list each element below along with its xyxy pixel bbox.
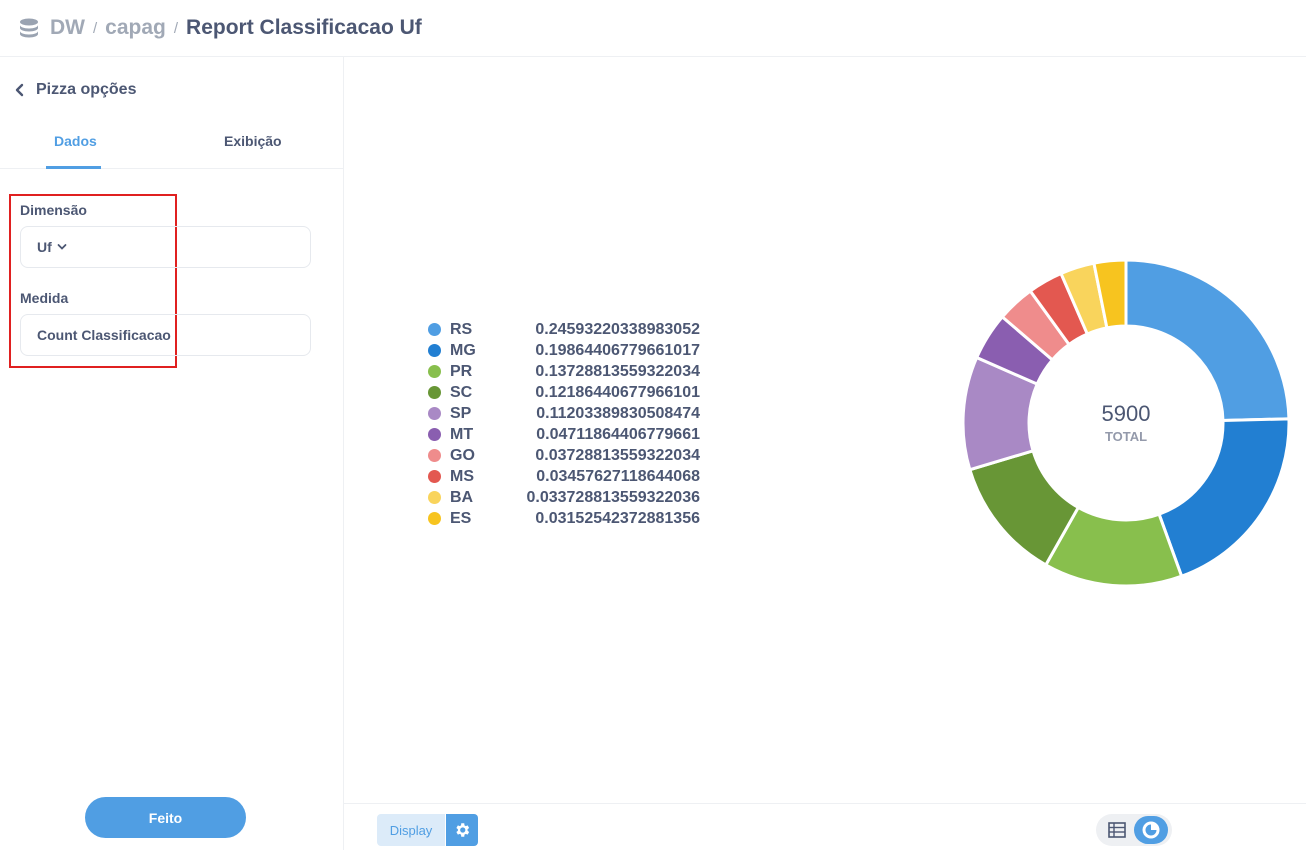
settings-sidebar: Pizza opções Dados Exibição Dimensão Uf …	[0, 57, 344, 850]
legend-swatch	[428, 470, 441, 483]
gear-icon	[453, 821, 471, 839]
legend-label: MT	[450, 425, 474, 443]
legend-value: 0.033728813559322036	[526, 488, 700, 506]
donut-center-label: TOTAL	[1105, 429, 1147, 444]
view-toggle	[1096, 814, 1172, 846]
legend-label: ES	[450, 509, 472, 527]
legend-label: BA	[450, 488, 474, 506]
legend-value: 0.13728813559322034	[535, 362, 700, 380]
legend-item[interactable]: RS 0.24593220338983052	[428, 319, 700, 340]
legend-item[interactable]: SP 0.11203389830508474	[428, 403, 700, 424]
donut-chart: 5900 TOTAL	[961, 258, 1291, 588]
legend-label: PR	[450, 362, 473, 380]
measure-value: Count Classificacao	[37, 327, 171, 343]
bottom-bar: Display	[344, 803, 1306, 850]
legend-value: 0.03457627118644068	[536, 467, 700, 485]
legend-value: 0.04711864406779661	[536, 425, 700, 443]
tab-exibicao[interactable]: Exibição	[224, 133, 282, 149]
measure-label: Medida	[20, 290, 69, 306]
legend-value: 0.12186440677966101	[535, 383, 700, 401]
legend-value: 0.03728813559322034	[535, 446, 700, 464]
page-title: Report Classificacao Uf	[186, 16, 422, 39]
dimension-select[interactable]: Uf	[20, 226, 311, 268]
legend-swatch	[428, 365, 441, 378]
back-button[interactable]: Pizza opções	[14, 81, 136, 99]
chevron-left-icon	[14, 83, 26, 97]
top-header: DW / capag / Report Classificacao Uf	[0, 0, 1306, 57]
display-button[interactable]: Display	[377, 814, 445, 846]
chart-legend: RS 0.24593220338983052 MG 0.198644067796610…	[428, 319, 700, 529]
pie-chart-icon[interactable]	[1134, 816, 1168, 844]
measure-select[interactable]: Count Classificacao	[20, 314, 311, 356]
done-button[interactable]: Feito	[85, 797, 246, 838]
legend-item[interactable]: MG 0.19864406779661017	[428, 340, 700, 361]
legend-swatch	[428, 344, 441, 357]
tab-dados[interactable]: Dados	[54, 133, 97, 149]
legend-item[interactable]: PR 0.13728813559322034	[428, 361, 700, 382]
legend-label: SP	[450, 404, 472, 422]
active-tab-indicator	[46, 166, 101, 169]
legend-value: 0.24593220338983052	[535, 320, 700, 338]
legend-item[interactable]: BA 0.033728813559322036	[428, 487, 700, 508]
legend-label: MS	[450, 467, 474, 485]
legend-item[interactable]: MT 0.04711864406779661	[428, 424, 700, 445]
legend-item[interactable]: MS 0.03457627118644068	[428, 466, 700, 487]
legend-value: 0.11203389830508474	[536, 404, 700, 422]
table-icon[interactable]	[1108, 822, 1126, 838]
legend-swatch	[428, 449, 441, 462]
sidebar-tabs: Dados Exibição	[0, 123, 343, 169]
legend-swatch	[428, 428, 441, 441]
legend-swatch	[428, 407, 441, 420]
legend-item[interactable]: ES 0.03152542372881356	[428, 508, 700, 529]
legend-item[interactable]: SC 0.12186440677966101	[428, 382, 700, 403]
legend-swatch	[428, 491, 441, 504]
legend-item[interactable]: GO 0.03728813559322034	[428, 445, 700, 466]
breadcrumb-schema[interactable]: capag	[105, 16, 166, 40]
legend-value: 0.03152542372881356	[535, 509, 700, 527]
pie-slice-rs[interactable]	[1124, 258, 1291, 423]
dimension-label: Dimensão	[20, 202, 87, 218]
database-icon	[18, 17, 40, 39]
legend-value: 0.19864406779661017	[535, 341, 700, 359]
breadcrumb-separator: /	[93, 19, 98, 37]
legend-swatch	[428, 323, 441, 336]
legend-swatch	[428, 386, 441, 399]
chevron-down-icon	[57, 243, 67, 251]
donut-center-value: 5900	[1102, 401, 1151, 426]
legend-label: MG	[450, 341, 476, 359]
breadcrumb-separator: /	[173, 19, 179, 37]
legend-swatch	[428, 512, 441, 525]
legend-label: RS	[450, 320, 473, 338]
settings-button[interactable]	[446, 814, 478, 846]
breadcrumb-database[interactable]: DW	[50, 16, 85, 40]
pie-slice-mg[interactable]	[1157, 417, 1291, 579]
legend-label: SC	[450, 383, 473, 401]
legend-label: GO	[450, 446, 475, 464]
back-label: Pizza opções	[36, 81, 137, 98]
dimension-value: Uf	[37, 239, 52, 255]
